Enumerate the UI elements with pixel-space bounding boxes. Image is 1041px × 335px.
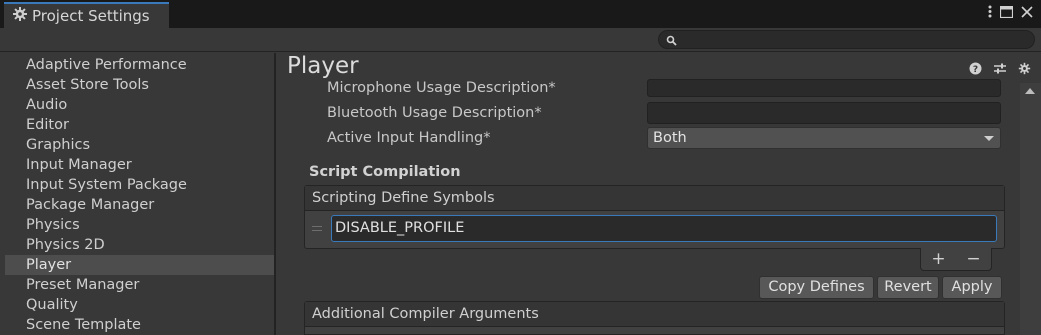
search-field[interactable] (658, 30, 1035, 49)
sidebar-item-editor[interactable]: Editor (5, 115, 274, 135)
help-icon[interactable]: ? (969, 62, 982, 79)
sidebar-item-physics-2d[interactable]: Physics 2D (5, 235, 274, 255)
copy-defines-button[interactable]: Copy Defines (759, 276, 874, 299)
svg-text:?: ? (973, 65, 978, 75)
drag-handle-icon[interactable] (312, 226, 322, 231)
apply-button[interactable]: Apply (942, 276, 1002, 299)
additional-compiler-arguments-list: Additional Compiler Arguments (304, 301, 1005, 335)
remove-symbol-button[interactable]: − (966, 249, 980, 269)
revert-button[interactable]: Revert (877, 276, 939, 299)
sidebar-item-adaptive-performance[interactable]: Adaptive Performance (5, 55, 274, 75)
settings-sidebar: Adaptive Performance Asset Store Tools A… (5, 55, 274, 335)
settings-icon[interactable] (1018, 62, 1031, 79)
compiler-args-header: Additional Compiler Arguments (305, 302, 1004, 327)
sidebar-item-graphics[interactable]: Graphics (5, 135, 274, 155)
list-header: Scripting Define Symbols (305, 186, 1004, 211)
script-compilation-header: Script Compilation (309, 164, 461, 180)
vertical-scrollbar[interactable] (1020, 83, 1041, 335)
search-icon (666, 34, 677, 50)
sidebar-item-audio[interactable]: Audio (5, 95, 274, 115)
dropdown-value: Both (653, 130, 687, 146)
add-symbol-button[interactable]: + (931, 249, 945, 269)
toolbar (0, 28, 1041, 52)
microphone-usage-label: Microphone Usage Description* (327, 80, 556, 96)
list-add-remove-footer: + − (920, 248, 992, 271)
gear-icon (12, 6, 28, 26)
close-icon[interactable] (1021, 5, 1033, 22)
sidebar-item-player[interactable]: Player (5, 255, 274, 275)
microphone-usage-field[interactable] (647, 79, 1001, 97)
sidebar-item-physics[interactable]: Physics (5, 215, 274, 235)
title-bar: Project Settings (0, 0, 1041, 28)
chevron-down-icon (984, 136, 994, 141)
maximize-icon[interactable] (999, 5, 1014, 22)
scroll-up-arrow-icon[interactable] (1025, 88, 1035, 94)
define-symbol-input[interactable]: DISABLE_PROFILE (331, 215, 997, 242)
bluetooth-usage-label: Bluetooth Usage Description* (327, 105, 542, 121)
search-input[interactable] (681, 31, 1021, 48)
sidebar-item-input-system-package[interactable]: Input System Package (5, 175, 274, 195)
sidebar-item-input-manager[interactable]: Input Manager (5, 155, 274, 175)
sidebar-item-quality[interactable]: Quality (5, 295, 274, 315)
sidebar-item-asset-store-tools[interactable]: Asset Store Tools (5, 75, 274, 95)
scripting-define-symbols-list: Scripting Define Symbols DISABLE_PROFILE (304, 185, 1005, 249)
active-input-handling-dropdown[interactable]: Both (647, 127, 1001, 149)
window-tab[interactable]: Project Settings (4, 2, 169, 28)
page-title: Player (287, 53, 359, 79)
sidebar-item-preset-manager[interactable]: Preset Manager (5, 275, 274, 295)
bluetooth-usage-field[interactable] (647, 102, 1001, 124)
sidebar-item-scene-template[interactable]: Scene Template (5, 315, 274, 335)
player-settings-panel: Player ? Microphone Usage Description* B… (276, 53, 1041, 335)
list-item: DISABLE_PROFILE (305, 212, 1004, 246)
sidebar-item-package-manager[interactable]: Package Manager (5, 195, 274, 215)
window-title: Project Settings (32, 7, 150, 25)
kebab-menu-icon[interactable] (988, 5, 992, 22)
preset-icon[interactable] (993, 62, 1007, 79)
active-input-handling-label: Active Input Handling* (327, 130, 491, 146)
